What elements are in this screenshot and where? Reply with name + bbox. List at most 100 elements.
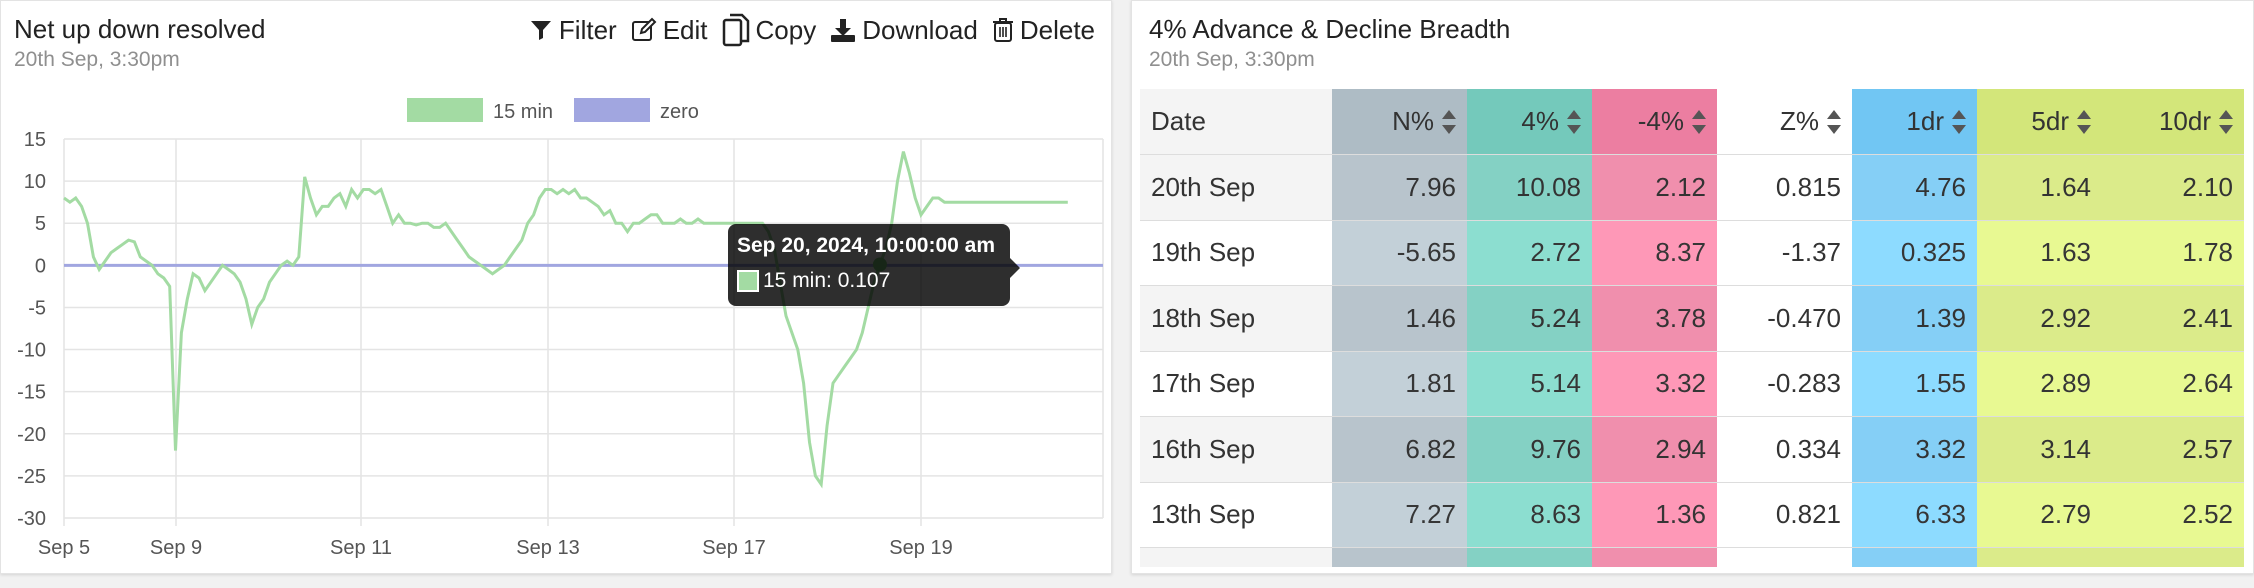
y-tick-label: 10 xyxy=(24,171,46,193)
x-tick-label: Sep 17 xyxy=(702,537,765,559)
filter-button[interactable]: Filter xyxy=(529,15,617,46)
date-cell: 17th Sep xyxy=(1140,351,1332,417)
sort-icon[interactable] xyxy=(2219,109,2233,134)
legend-label-zero[interactable]: zero xyxy=(660,101,699,123)
value-cell: 2.57 xyxy=(2102,416,2244,483)
column-header-inner: 1dr xyxy=(1906,106,1966,137)
edit-label: Edit xyxy=(662,14,708,45)
table-subtitle: 20th Sep, 3:30pm xyxy=(1149,48,1315,71)
sort-icon[interactable] xyxy=(1952,109,1966,134)
value-cell: 0.325 xyxy=(1852,220,1977,286)
table-title: 4% Advance & Decline Breadth xyxy=(1149,14,1511,44)
value-cell xyxy=(1717,547,1852,567)
value-cell: 2.94 xyxy=(1592,416,1717,483)
column-header-inner: Z% xyxy=(1780,106,1841,137)
download-label: Download xyxy=(862,14,978,45)
chart-title: Net up down resolved xyxy=(14,14,266,44)
copy-icon xyxy=(722,13,750,47)
date-cell: 20th Sep xyxy=(1140,154,1332,221)
y-tick-label: -10 xyxy=(17,340,46,362)
date-cell: 19th Sep xyxy=(1140,220,1332,286)
value-cell: 1.81 xyxy=(1332,351,1467,417)
sort-icon[interactable] xyxy=(1567,109,1581,134)
value-cell: 1.78 xyxy=(2102,220,2244,286)
chart-card: Net up down resolved 20th Sep, 3:30pm Fi… xyxy=(0,0,1112,574)
legend-label-15min[interactable]: 15 min xyxy=(493,101,553,123)
breadth-table: Date N% 4% -4% Z% 1dr 5dr 10dr 20th Sep 7.96 10.0… xyxy=(1140,89,2244,567)
value-cell: 2.89 xyxy=(1977,351,2102,417)
tooltip-title: Sep 20, 2024, 10:00:00 am xyxy=(737,234,996,257)
chart-subtitle: 20th Sep, 3:30pm xyxy=(14,48,180,71)
value-cell xyxy=(1977,547,2102,567)
x-tick-label: Sep 11 xyxy=(330,537,392,559)
y-tick-label: -5 xyxy=(28,297,46,319)
column-header-label: N% xyxy=(1392,106,1434,136)
value-cell xyxy=(1467,547,1592,567)
column-header-inner: 4% xyxy=(1521,106,1581,137)
trash-icon xyxy=(992,17,1014,43)
column-header-col3[interactable]: -4% xyxy=(1592,89,1717,155)
sort-icon[interactable] xyxy=(2077,109,2091,134)
table-row[interactable] xyxy=(1140,547,2244,567)
table-row[interactable]: 18th Sep 1.46 5.24 3.78 -0.470 1.39 2.92 2.41 xyxy=(1140,285,2244,352)
date-cell: 16th Sep xyxy=(1140,416,1332,483)
filter-label: Filter xyxy=(558,14,617,45)
date-cell xyxy=(1140,547,1332,567)
value-cell: 2.12 xyxy=(1592,154,1717,221)
value-cell: 1.55 xyxy=(1852,351,1977,417)
value-cell: 2.64 xyxy=(2102,351,2244,417)
value-cell: 1.64 xyxy=(1977,154,2102,221)
sort-icon[interactable] xyxy=(1442,109,1456,134)
chart-toolbar: Filter Edit Copy Download Delete xyxy=(529,13,1095,47)
legend-swatch-15min[interactable] xyxy=(407,98,483,122)
value-cell xyxy=(1332,547,1467,567)
value-cell: 7.96 xyxy=(1332,154,1467,221)
x-tick-label: Sep 13 xyxy=(516,537,579,559)
column-header-col2[interactable]: 4% xyxy=(1467,89,1592,155)
column-header-label: Date xyxy=(1151,106,1206,136)
table-row[interactable]: 13th Sep 7.27 8.63 1.36 0.821 6.33 2.79 2.52 xyxy=(1140,482,2244,548)
download-button[interactable]: Download xyxy=(830,15,978,46)
sort-icon[interactable] xyxy=(1827,109,1841,134)
column-header-col1[interactable]: N% xyxy=(1332,89,1467,155)
y-tick-label: 15 xyxy=(24,129,46,151)
table-body: 20th Sep 7.96 10.08 2.12 0.815 4.76 1.64 2.10 19… xyxy=(1140,154,2244,567)
sort-icon[interactable] xyxy=(1692,109,1706,134)
delete-button[interactable]: Delete xyxy=(992,15,1095,46)
column-header-col4[interactable]: Z% xyxy=(1717,89,1852,155)
table-header-row: Date N% 4% -4% Z% 1dr 5dr 10dr xyxy=(1140,89,2244,155)
value-cell: 5.24 xyxy=(1467,285,1592,352)
value-cell: 8.63 xyxy=(1467,482,1592,548)
value-cell: 2.52 xyxy=(2102,482,2244,548)
x-axis-ticks: Sep 5 Sep 9 Sep 11 Sep 13 Sep 17 Sep 19 xyxy=(38,537,953,559)
tooltip-value: 15 min: 0.107 xyxy=(763,269,891,292)
legend-swatch-zero[interactable] xyxy=(574,98,650,122)
table-row[interactable]: 20th Sep 7.96 10.08 2.12 0.815 4.76 1.64 2.10 xyxy=(1140,154,2244,221)
value-cell: 0.334 xyxy=(1717,416,1852,483)
value-cell: 8.37 xyxy=(1592,220,1717,286)
copy-button[interactable]: Copy xyxy=(722,13,816,47)
delete-label: Delete xyxy=(1019,14,1095,45)
value-cell: 5.14 xyxy=(1467,351,1592,417)
table-row[interactable]: 16th Sep 6.82 9.76 2.94 0.334 3.32 3.14 2.57 xyxy=(1140,416,2244,483)
value-cell: -1.37 xyxy=(1717,220,1852,286)
edit-button[interactable]: Edit xyxy=(631,15,708,46)
x-tick-label: Sep 9 xyxy=(150,537,202,559)
y-tick-label: -30 xyxy=(17,508,46,530)
column-header-col6[interactable]: 5dr xyxy=(1977,89,2102,155)
value-cell: 1.63 xyxy=(1977,220,2102,286)
value-cell xyxy=(1852,547,1977,567)
column-header-date[interactable]: Date xyxy=(1140,89,1332,155)
column-header-col7[interactable]: 10dr xyxy=(2102,89,2244,155)
tooltip-row: 15 min: 0.107 xyxy=(737,269,890,293)
table-row[interactable]: 19th Sep -5.65 2.72 8.37 -1.37 0.325 1.63 1.78 xyxy=(1140,220,2244,286)
value-cell: 2.41 xyxy=(2102,285,2244,352)
table-row[interactable]: 17th Sep 1.81 5.14 3.32 -0.283 1.55 2.89 2.64 xyxy=(1140,351,2244,417)
chart-tooltip: Sep 20, 2024, 10:00:00 am 15 min: 0.107 xyxy=(728,224,1020,306)
value-cell: 0.815 xyxy=(1717,154,1852,221)
y-tick-label: 0 xyxy=(35,255,46,277)
column-header-col5[interactable]: 1dr xyxy=(1852,89,1977,155)
column-header-label: Z% xyxy=(1780,106,1819,136)
column-header-label: 1dr xyxy=(1906,106,1944,136)
column-header-inner: N% xyxy=(1392,106,1456,137)
